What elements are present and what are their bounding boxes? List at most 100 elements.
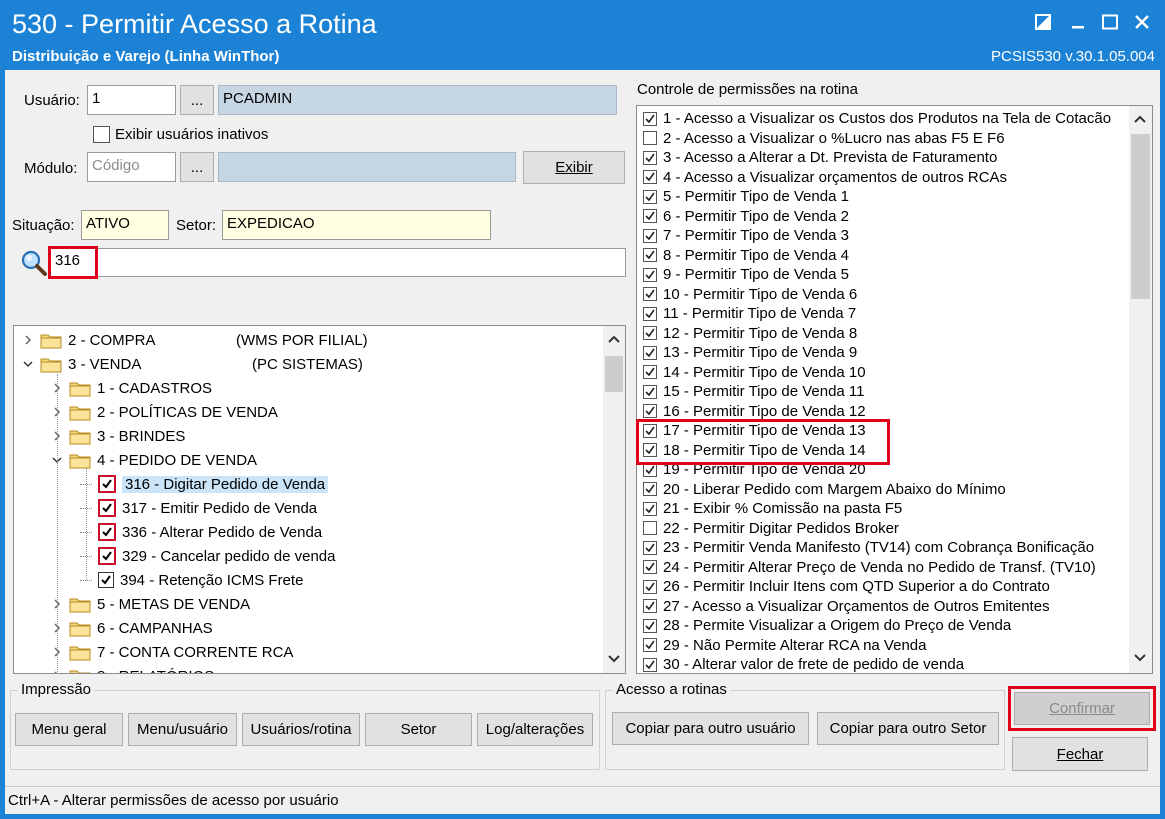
- show-button[interactable]: Exibir: [523, 151, 625, 184]
- permission-item[interactable]: 28 - Permite Visualizar a Origem do Preç…: [643, 616, 1011, 636]
- tree-item[interactable]: 317 - Emitir Pedido de Venda: [80, 496, 317, 520]
- permission-checkbox[interactable]: [643, 384, 657, 399]
- setor-button[interactable]: Setor: [365, 713, 472, 746]
- checkbox-box[interactable]: [93, 126, 110, 143]
- tree-item[interactable]: 336 - Alterar Pedido de Venda: [80, 520, 322, 544]
- close-button[interactable]: Fechar: [1012, 737, 1148, 771]
- tree-checkbox[interactable]: [98, 523, 116, 541]
- permission-item[interactable]: 21 - Exibir % Comissão na pasta F5: [643, 499, 902, 519]
- permission-checkbox[interactable]: [643, 404, 657, 419]
- tree-item[interactable]: 6 - CAMPANHAS: [51, 616, 213, 640]
- tree-item[interactable]: 2 - COMPRA: [22, 328, 156, 352]
- permission-item[interactable]: 12 - Permitir Tipo de Venda 8: [643, 324, 857, 344]
- user-browse-button[interactable]: ...: [180, 85, 214, 115]
- permission-checkbox[interactable]: [643, 267, 657, 282]
- tree-item[interactable]: 394 - Retenção ICMS Frete: [80, 568, 303, 592]
- scroll-down-icon[interactable]: [1134, 653, 1146, 663]
- close-window-button[interactable]: [1127, 8, 1157, 36]
- tree-item[interactable]: 316 - Digitar Pedido de Venda: [80, 472, 329, 496]
- permission-checkbox[interactable]: [643, 170, 657, 185]
- permission-item[interactable]: 6 - Permitir Tipo de Venda 2: [643, 207, 849, 227]
- permission-checkbox[interactable]: [643, 599, 657, 614]
- search-value-highlight[interactable]: 316: [48, 246, 98, 279]
- permission-checkbox[interactable]: [643, 306, 657, 321]
- permission-item[interactable]: 2 - Acesso a Visualizar o %Lucro nas aba…: [643, 129, 1005, 149]
- tree-scroll-thumb[interactable]: [605, 356, 623, 392]
- permission-item[interactable]: 22 - Permitir Digitar Pedidos Broker: [643, 519, 899, 539]
- minimize-button[interactable]: [1063, 8, 1093, 36]
- permission-checkbox[interactable]: [643, 345, 657, 360]
- permission-item[interactable]: 24 - Permitir Alterar Preço de Venda no …: [643, 558, 1096, 578]
- permission-checkbox[interactable]: [643, 482, 657, 497]
- permission-item[interactable]: 11 - Permitir Tipo de Venda 7: [643, 304, 856, 324]
- permission-checkbox[interactable]: [643, 131, 657, 146]
- permissions-scrollbar[interactable]: [1129, 106, 1152, 673]
- permission-item[interactable]: 4 - Acesso a Visualizar orçamentos de ou…: [643, 168, 1007, 188]
- search-input[interactable]: [50, 248, 626, 277]
- tree-item[interactable]: 329 - Cancelar pedido de venda: [80, 544, 336, 568]
- tree-item[interactable]: 3 - BRINDES: [51, 424, 185, 448]
- permission-item[interactable]: 7 - Permitir Tipo de Venda 3: [643, 226, 849, 246]
- usuarios-rotina-button[interactable]: Usuários/rotina: [242, 713, 360, 746]
- confirm-button[interactable]: Confirmar: [1014, 692, 1150, 725]
- copy-to-setor-button[interactable]: Copiar para outro Setor: [817, 712, 999, 745]
- permission-checkbox[interactable]: [643, 521, 657, 536]
- permission-item[interactable]: 29 - Não Permite Alterar RCA na Venda: [643, 636, 926, 656]
- copy-to-user-button[interactable]: Copiar para outro usuário: [612, 712, 809, 745]
- permission-checkbox[interactable]: [643, 209, 657, 224]
- tree-checkbox[interactable]: [98, 547, 116, 565]
- tree-checkbox[interactable]: [98, 572, 114, 588]
- tree-item[interactable]: 4 - PEDIDO DE VENDA: [51, 448, 257, 472]
- permissions-scroll-thumb[interactable]: [1131, 134, 1150, 299]
- permission-item[interactable]: 5 - Permitir Tipo de Venda 1: [643, 187, 849, 207]
- module-browse-button[interactable]: ...: [180, 152, 214, 182]
- permission-item[interactable]: 27 - Acesso a Visualizar Orçamentos de O…: [643, 597, 1050, 617]
- permission-item[interactable]: 1 - Acesso a Visualizar os Custos dos Pr…: [643, 109, 1111, 129]
- permission-item[interactable]: 23 - Permitir Venda Manifesto (TV14) com…: [643, 538, 1094, 558]
- permission-item[interactable]: 20 - Liberar Pedido com Margem Abaixo do…: [643, 480, 1006, 500]
- tree-checkbox[interactable]: [98, 475, 116, 493]
- permission-checkbox[interactable]: [643, 287, 657, 302]
- permission-checkbox[interactable]: [643, 150, 657, 165]
- chevron-right-icon[interactable]: [22, 334, 34, 346]
- permission-item[interactable]: 9 - Permitir Tipo de Venda 5: [643, 265, 849, 285]
- tree-item[interactable]: 7 - CONTA CORRENTE RCA: [51, 640, 293, 664]
- scroll-down-icon[interactable]: [608, 654, 620, 664]
- maximize-button[interactable]: [1095, 8, 1125, 36]
- permission-checkbox[interactable]: [643, 618, 657, 633]
- permission-item[interactable]: 10 - Permitir Tipo de Venda 6: [643, 285, 857, 305]
- permission-item[interactable]: 8 - Permitir Tipo de Venda 4: [643, 246, 849, 266]
- permission-item[interactable]: 3 - Acesso a Alterar a Dt. Prevista de F…: [643, 148, 997, 168]
- permission-checkbox[interactable]: [643, 228, 657, 243]
- theme-toggle-button[interactable]: [1028, 8, 1058, 36]
- permission-checkbox[interactable]: [643, 501, 657, 516]
- tree-item[interactable]: 8 - RELATÓRIOS: [51, 664, 214, 673]
- permission-checkbox[interactable]: [643, 111, 657, 126]
- permission-item[interactable]: 26 - Permitir Incluir Itens com QTD Supe…: [643, 577, 1050, 597]
- permission-item[interactable]: 15 - Permitir Tipo de Venda 11: [643, 382, 865, 402]
- permission-checkbox[interactable]: [643, 638, 657, 653]
- routine-tree[interactable]: 2 - COMPRA (WMS POR FILIAL) 3 - VENDA (PC S…: [13, 325, 626, 674]
- permissions-list[interactable]: 1 - Acesso a Visualizar os Custos dos Pr…: [636, 105, 1153, 674]
- scroll-up-icon[interactable]: [608, 334, 620, 344]
- user-code-input[interactable]: 1: [87, 85, 176, 115]
- permission-checkbox[interactable]: [643, 189, 657, 204]
- log-alteracoes-button[interactable]: Log/alterações: [477, 713, 593, 746]
- tree-item[interactable]: 3 - VENDA: [22, 352, 141, 376]
- scroll-up-icon[interactable]: [1134, 114, 1146, 124]
- permission-checkbox[interactable]: [643, 326, 657, 341]
- menu-geral-button[interactable]: Menu geral: [15, 713, 123, 746]
- permission-checkbox[interactable]: [643, 540, 657, 555]
- show-inactive-users-checkbox[interactable]: Exibir usuários inativos: [93, 126, 268, 143]
- permission-checkbox[interactable]: [643, 579, 657, 594]
- tree-scrollbar[interactable]: [603, 326, 625, 673]
- chevron-down-icon[interactable]: [22, 358, 34, 370]
- tree-item[interactable]: 5 - METAS DE VENDA: [51, 592, 250, 616]
- module-code-input[interactable]: Código: [87, 152, 176, 182]
- menu-usuario-button[interactable]: Menu/usuário: [128, 713, 237, 746]
- permission-item[interactable]: 14 - Permitir Tipo de Venda 10: [643, 363, 866, 383]
- permission-checkbox[interactable]: [643, 248, 657, 263]
- tree-item[interactable]: 1 - CADASTROS: [51, 376, 212, 400]
- permission-checkbox[interactable]: [643, 365, 657, 380]
- permission-checkbox[interactable]: [643, 560, 657, 575]
